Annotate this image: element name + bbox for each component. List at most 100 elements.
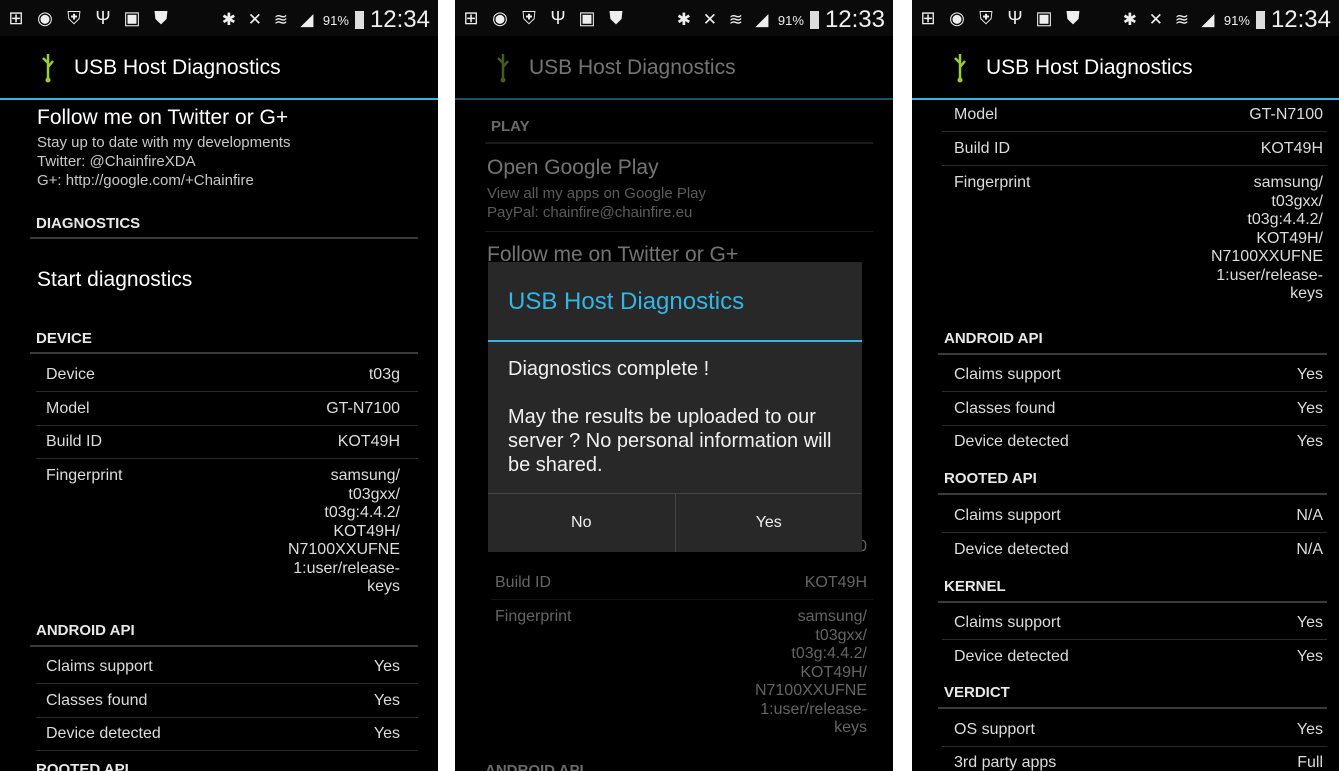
build-id-label: Build ID: [46, 433, 103, 450]
fingerprint-label: Fingerprint: [954, 174, 1031, 191]
action-bar: USB Host Diagnostics: [455, 36, 893, 100]
divider: [485, 231, 873, 232]
dialog-divider: [488, 340, 862, 342]
third-party-apps-label: 3rd party apps: [954, 754, 1057, 771]
status-bar: ⊞ ◉ ⛨ Ψ ▣ ⛊ ✱ ✕ ≋ ◢ 91% 12:34: [0, 0, 438, 36]
row-divider: [36, 458, 418, 459]
divider: [485, 142, 873, 144]
plus-box-icon: ⊞: [920, 8, 936, 28]
row-divider: [36, 750, 418, 751]
app-title: USB Host Diagnostics: [529, 56, 736, 79]
yes-button[interactable]: Yes: [674, 494, 863, 552]
model-value: GT-N7100: [326, 400, 400, 417]
divider: [938, 353, 1327, 355]
claims-support-value: Yes: [373, 658, 400, 675]
app-title: USB Host Diagnostics: [74, 56, 281, 79]
category-kernel: KERNEL: [944, 578, 1006, 595]
device-detected-label: Device detected: [46, 725, 161, 742]
shield-refresh-icon: ⛊: [609, 8, 623, 28]
fingerprint-label: Fingerprint: [46, 467, 123, 484]
shield-refresh-icon: ⛊: [1066, 8, 1080, 28]
status-bar: ⊞ ◉ ⛨ Ψ ▣ ⛊ ✱ ✕ ≋ ◢ 91% 12:34: [912, 0, 1339, 36]
action-bar: USB Host Diagnostics: [912, 36, 1339, 100]
shield-refresh-icon: ⛊: [154, 8, 168, 28]
battery-icon: [354, 11, 364, 29]
mute-icon: ✕: [247, 10, 263, 29]
device-value: t03g: [368, 366, 400, 383]
os-support-value: Yes: [1296, 721, 1323, 738]
screen-dialog: ⊞ ◉ ⛨ Ψ ▣ ⛊ ✱ ✕ ≋ ◢ 91% 12:33 USB Host D…: [455, 0, 893, 771]
claims-support-label: Claims support: [46, 658, 153, 675]
battery-icon: [809, 11, 819, 29]
fingerprint-value: samsung/t03gxx/t03g:4.4.2/KOT49H/N7100XX…: [754, 608, 867, 736]
divider: [30, 237, 418, 239]
fingerprint-label: Fingerprint: [495, 608, 572, 625]
dialog-message-line-1: Diagnostics complete !: [508, 358, 710, 380]
build-id-value: KOT49H: [337, 433, 400, 450]
model-label: Model: [46, 400, 90, 417]
category-rooted-api: ROOTED API: [944, 470, 1037, 487]
clock: 12:33: [824, 6, 885, 33]
dialog-title: USB Host Diagnostics: [508, 288, 745, 315]
plus-box-icon: ⊞: [463, 8, 479, 28]
wifi-icon: ≋: [1174, 10, 1190, 29]
classes-found-value: Yes: [373, 692, 400, 709]
follow-title: Follow me on Twitter or G+: [37, 106, 289, 129]
category-android-api: ANDROID API: [485, 762, 584, 771]
screen-results: ⊞ ◉ ⛨ Ψ ▣ ⛊ ✱ ✕ ≋ ◢ 91% 12:34 USB Host D…: [912, 0, 1339, 771]
bluetooth-icon: ✱: [676, 10, 692, 29]
usb-app-icon: [497, 54, 509, 83]
model-label: Model: [954, 106, 998, 123]
status-bar: ⊞ ◉ ⛨ Ψ ▣ ⛊ ✱ ✕ ≋ ◢ 91% 12:33: [455, 0, 893, 36]
row-divider: [491, 599, 873, 600]
category-diagnostics: DIAGNOSTICS: [36, 215, 141, 232]
row-divider: [36, 683, 418, 684]
shield-icon: ⛨: [979, 8, 993, 28]
shield-icon: ⛨: [67, 8, 81, 28]
fingerprint-value: samsung/t03gxx/t03g:4.4.2/KOT49H/N7100XX…: [287, 467, 400, 595]
classes-found-label: Classes found: [46, 692, 148, 709]
dialog-message-line-2: May the results be uploaded to our serve…: [508, 406, 832, 476]
usb-app-icon: [954, 54, 966, 83]
device-label: Device: [46, 366, 95, 383]
divider: [938, 707, 1327, 709]
row-divider: [942, 532, 1327, 533]
kernel-detected-value: Yes: [1296, 648, 1323, 665]
open-play-line-1: View all my apps on Google Play: [487, 185, 707, 202]
build-id-value: KOT49H: [804, 574, 867, 591]
usb-icon: Ψ: [95, 8, 111, 28]
divider: [938, 493, 1327, 495]
plus-box-icon: ⊞: [8, 8, 24, 28]
mute-icon: ✕: [1148, 10, 1164, 29]
wifi-icon: ≋: [273, 10, 289, 29]
usb-app-icon: [42, 54, 54, 83]
rooted-claims-label: Claims support: [954, 507, 1061, 524]
claims-support-value: Yes: [1296, 366, 1323, 383]
signal-icon: ◢: [300, 10, 314, 29]
start-diagnostics-item[interactable]: Start diagnostics: [37, 268, 192, 292]
battery-percent: 91%: [777, 12, 804, 28]
image-icon: ▣: [1035, 8, 1053, 28]
bluetooth-icon: ✱: [1122, 10, 1138, 29]
clock: 12:34: [369, 6, 430, 33]
bluetooth-icon: ✱: [221, 10, 237, 29]
third-party-apps-value: Full: [1297, 754, 1323, 771]
category-device: DEVICE: [36, 330, 92, 347]
build-id-label: Build ID: [954, 140, 1011, 157]
rooted-detected-value: N/A: [1296, 541, 1323, 558]
os-support-label: OS support: [954, 721, 1035, 738]
signal-icon: ◢: [755, 10, 769, 29]
upload-dialog: USB Host Diagnostics Diagnostics complet…: [488, 262, 862, 552]
kernel-claims-label: Claims support: [954, 614, 1061, 631]
row-divider: [942, 391, 1327, 392]
battery-percent: 91%: [1223, 12, 1250, 28]
follow-line-3: G+: http://google.com/+Chainfire: [37, 172, 254, 189]
hotspot-icon: ◉: [949, 8, 965, 28]
divider: [30, 645, 418, 647]
dialog-message: Diagnostics complete ! May the results b…: [508, 357, 848, 477]
row-divider: [36, 425, 418, 426]
rooted-detected-label: Device detected: [954, 541, 1069, 558]
device-detected-label: Device detected: [954, 433, 1069, 450]
no-button[interactable]: No: [488, 494, 675, 552]
clock: 12:34: [1270, 6, 1331, 33]
